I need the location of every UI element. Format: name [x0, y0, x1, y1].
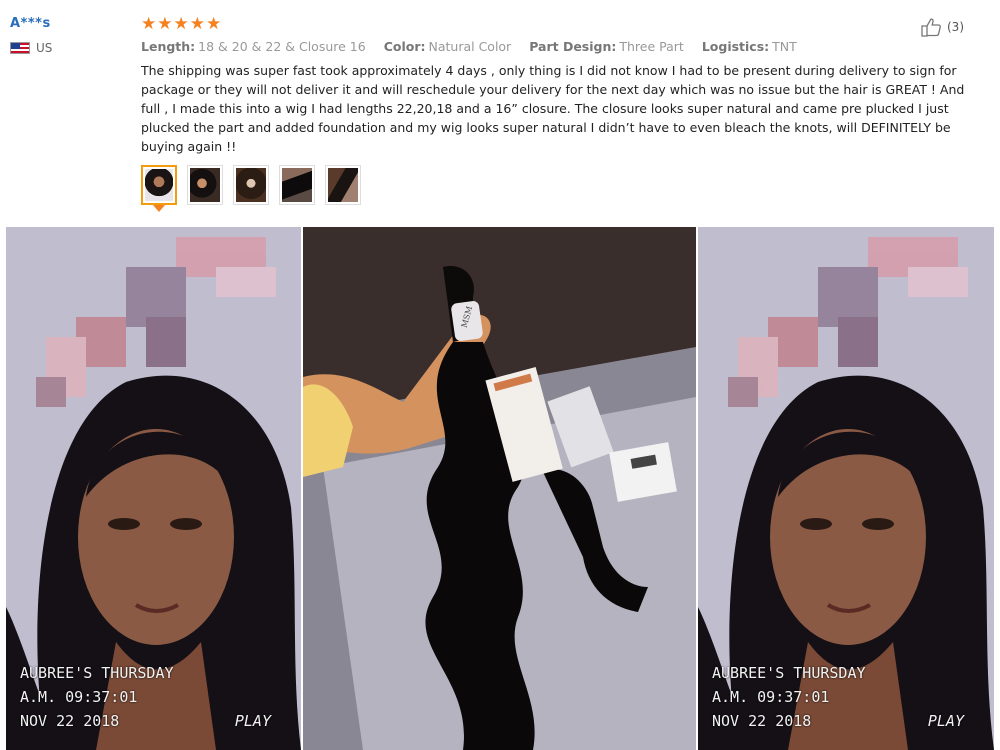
review-photo-1[interactable]: AUBREE'S THURSDAY A.M. 09:37:01 NOV 22 2…: [6, 227, 301, 750]
star-rating: ★ ★ ★ ★ ★: [141, 14, 971, 34]
overlay-play: PLAY: [234, 712, 271, 730]
reviewer-info: A***s US: [10, 16, 52, 55]
color-label: Color:: [383, 39, 426, 54]
logistics-label: Logistics:: [701, 39, 770, 54]
review-text: The shipping was super fast took approxi…: [141, 63, 965, 154]
selected-caret-icon: [153, 205, 165, 212]
star-icon: ★: [206, 14, 222, 34]
part-design-value: Three Part: [619, 39, 684, 54]
us-flag-icon: [10, 42, 30, 54]
video-overlay: AUBREE'S THURSDAY A.M. 09:37:01 NOV 22 2…: [6, 650, 301, 750]
logistics-value: TNT: [772, 39, 797, 54]
color-value: Natural Color: [428, 39, 512, 54]
review-photo-3[interactable]: AUBREE'S THURSDAY A.M. 09:37:01 NOV 22 2…: [698, 227, 994, 750]
photo-thumbnails: [141, 165, 971, 212]
star-icon: ★: [141, 14, 157, 34]
reviewer-country: US: [10, 41, 52, 55]
star-icon: ★: [173, 14, 189, 34]
reviewer-name: A***s: [10, 16, 51, 31]
thumbnail-4[interactable]: [279, 165, 315, 205]
hair-bundle-photo-image: MSM: [303, 227, 696, 750]
star-icon: ★: [189, 14, 205, 34]
thumbnail-3[interactable]: [233, 165, 269, 205]
video-overlay: AUBREE'S THURSDAY A.M. 09:37:01 NOV 22 2…: [698, 650, 994, 750]
overlay-title: AUBREE'S THURSDAY: [712, 664, 866, 682]
part-design-label: Part Design:: [529, 39, 617, 54]
overlay-time: A.M. 09:37:01: [712, 688, 830, 706]
review-content: ★ ★ ★ ★ ★ Length: 18 & 20 & 22 & Closure …: [141, 14, 971, 212]
star-icon: ★: [157, 14, 173, 34]
overlay-play: PLAY: [927, 712, 964, 730]
country-label: US: [36, 41, 53, 55]
thumbnail-2[interactable]: [187, 165, 223, 205]
overlay-time: A.M. 09:37:01: [20, 688, 138, 706]
review-photo-2[interactable]: MSM: [303, 227, 696, 750]
length-value: 18 & 20 & 22 & Closure 16: [198, 39, 366, 54]
thumbnail-1[interactable]: [141, 165, 177, 212]
length-label: Length:: [141, 39, 196, 54]
product-attributes: Length: 18 & 20 & 22 & Closure 16 Color: N…: [141, 39, 971, 54]
overlay-date: NOV 22 2018: [20, 712, 120, 730]
thumbnail-5[interactable]: [325, 165, 361, 205]
overlay-date: NOV 22 2018: [712, 712, 812, 730]
overlay-title: AUBREE'S THURSDAY: [20, 664, 174, 682]
